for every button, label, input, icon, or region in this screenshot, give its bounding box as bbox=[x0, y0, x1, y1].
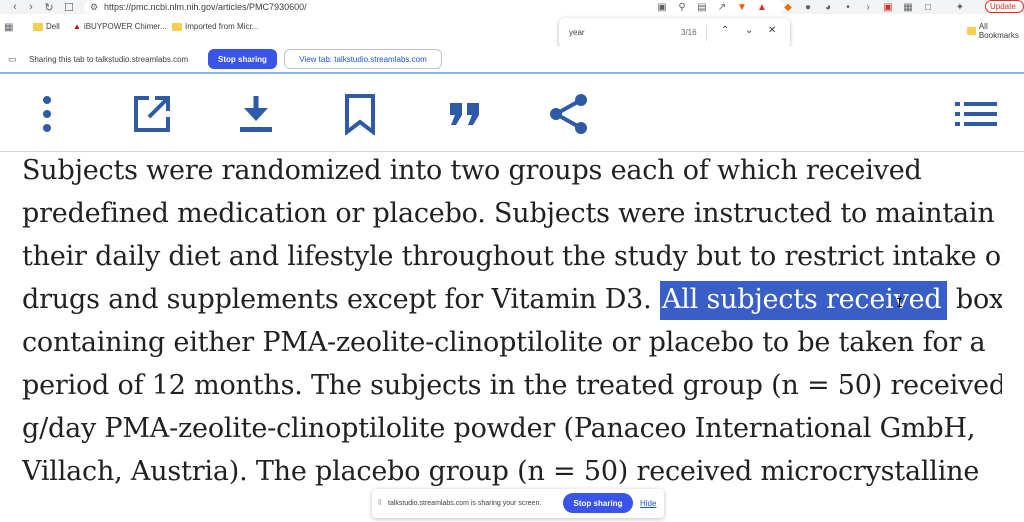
bookmark-ibuypower[interactable]: ▲ iBUYPOWER Chimer... bbox=[73, 22, 167, 31]
article-line: drugs and supplements except for Vitamin… bbox=[22, 275, 1002, 324]
cast-icon: ▭ bbox=[8, 54, 17, 64]
find-input[interactable]: year bbox=[569, 28, 585, 37]
forward-icon[interactable]: › bbox=[22, 0, 40, 14]
find-previous-icon[interactable]: ⌃ bbox=[721, 25, 729, 36]
folder-icon bbox=[172, 22, 182, 31]
article-text: drugs and supplements except for Vitamin… bbox=[22, 284, 660, 315]
extension-6-icon[interactable]: ▣ bbox=[881, 2, 895, 13]
article-body: Subjects were randomized into two groups… bbox=[22, 152, 1002, 522]
url-text: https://pmc.ncbi.nlm.nih.gov/articles/PM… bbox=[104, 2, 307, 12]
article-toolbar bbox=[0, 78, 1024, 152]
more-vertical-icon[interactable] bbox=[25, 92, 69, 136]
find-close-icon[interactable]: ✕ bbox=[768, 25, 776, 36]
find-divider bbox=[706, 25, 707, 41]
stop-sharing-button[interactable]: Stop sharing bbox=[208, 49, 277, 69]
view-tab-label: View tab: talkstudio.streamlabs.com bbox=[299, 54, 427, 64]
bookmark-label: Imported from Micr... bbox=[185, 22, 259, 31]
bookmark-label: All Bookmarks bbox=[978, 22, 1019, 40]
bookmark-label: iBUYPOWER Chimer... bbox=[83, 22, 167, 31]
extension-icon[interactable]: ◆ bbox=[781, 2, 795, 13]
brave-icon[interactable]: ▼ bbox=[735, 2, 749, 13]
ibuypower-icon: ▲ bbox=[73, 22, 81, 31]
stop-sharing-label: Stop sharing bbox=[218, 54, 267, 64]
site-info-icon[interactable]: ⚙ bbox=[90, 2, 98, 13]
extension-5-icon[interactable]: › bbox=[861, 2, 875, 13]
bookmark-imported[interactable]: Imported from Micr... bbox=[172, 22, 258, 31]
folder-icon bbox=[33, 22, 43, 31]
selected-text[interactable]: All subjects received bbox=[659, 281, 948, 320]
bookmark-label: Dell bbox=[46, 22, 60, 31]
text-cursor-icon: I bbox=[896, 296, 904, 310]
extension-2-icon[interactable]: ● bbox=[801, 2, 815, 13]
find-count: 3/16 bbox=[681, 28, 697, 37]
article-text: boxes bbox=[955, 284, 1002, 315]
article-line: their daily diet and lifestyle throughou… bbox=[22, 241, 1002, 272]
drag-handle-icon[interactable]: ‖ bbox=[378, 498, 381, 507]
sharing-message: Sharing this tab to talkstudio.streamlab… bbox=[29, 55, 189, 64]
ai-sparkle-icon[interactable]: ✦ bbox=[953, 2, 967, 13]
article-line: containing either PMA-zeolite-clinoptilo… bbox=[22, 327, 986, 358]
download-icon[interactable] bbox=[234, 92, 278, 136]
update-label: Update bbox=[990, 2, 1016, 11]
bookmarks-bar: ▦ Dell ▲ iBUYPOWER Chimer... Imported fr… bbox=[0, 18, 1024, 40]
translate-icon[interactable]: ▣ bbox=[655, 2, 669, 13]
screen-share-notice: ‖ talkstudio.streamlabs.com is sharing y… bbox=[372, 489, 664, 518]
sharing-infobar: ▭ Sharing this tab to talkstudio.streaml… bbox=[0, 46, 1024, 74]
extension-3-icon[interactable]: ◕ bbox=[821, 2, 835, 13]
extension-icons: ▣ ⚲ ▤ ↗ ▼ ▲ ◆ ● ◕ • › ▣ ▦ □ ✦ bbox=[655, 0, 967, 14]
hide-link[interactable]: Hide bbox=[640, 499, 656, 508]
apps-grid-icon[interactable]: ▦ bbox=[4, 22, 13, 33]
share-icon[interactable] bbox=[547, 92, 591, 136]
bookmark-dell[interactable]: Dell bbox=[33, 22, 60, 31]
update-button[interactable]: Update bbox=[985, 0, 1024, 13]
article-line: g/day PMA-zeolite-clinoptilolite powder … bbox=[22, 413, 976, 444]
bookmark-icon[interactable] bbox=[338, 92, 382, 136]
alert-icon[interactable]: ▲ bbox=[755, 2, 769, 13]
open-external-icon[interactable] bbox=[130, 92, 174, 136]
reader-icon[interactable]: ▤ bbox=[695, 2, 709, 13]
address-bar-row: ‹ › ↻ ☐ ⚙ https://pmc.ncbi.nlm.nih.gov/a… bbox=[0, 0, 1024, 14]
zoom-icon[interactable]: ⚲ bbox=[675, 2, 689, 13]
folder-icon bbox=[967, 27, 976, 35]
extension-4-icon[interactable]: • bbox=[841, 2, 855, 13]
article-line: predefined medication or placebo. Subjec… bbox=[22, 198, 995, 229]
window-icon[interactable]: □ bbox=[921, 2, 935, 13]
stop-sharing-label: Stop sharing bbox=[573, 498, 623, 508]
find-bar: year 3/16 ⌃ ⌄ ✕ bbox=[559, 18, 790, 48]
find-next-icon[interactable]: ⌄ bbox=[745, 25, 753, 36]
puzzle-icon[interactable]: ▦ bbox=[901, 2, 915, 13]
reload-icon[interactable]: ↻ bbox=[40, 0, 58, 14]
share-notice-message: talkstudio.streamlabs.com is sharing you… bbox=[388, 500, 542, 507]
list-icon[interactable] bbox=[954, 92, 998, 136]
bookmark-all[interactable]: All Bookmarks bbox=[967, 22, 1024, 40]
view-tab-button[interactable]: View tab: talkstudio.streamlabs.com bbox=[284, 49, 442, 69]
stop-sharing-button-bottom[interactable]: Stop sharing bbox=[563, 493, 633, 513]
bookmark-star-icon[interactable]: ☐ bbox=[60, 0, 78, 14]
article-line: period of 12 months. The subjects in the… bbox=[22, 370, 1002, 401]
share-page-icon[interactable]: ↗ bbox=[715, 2, 729, 13]
quote-icon[interactable] bbox=[443, 92, 487, 136]
